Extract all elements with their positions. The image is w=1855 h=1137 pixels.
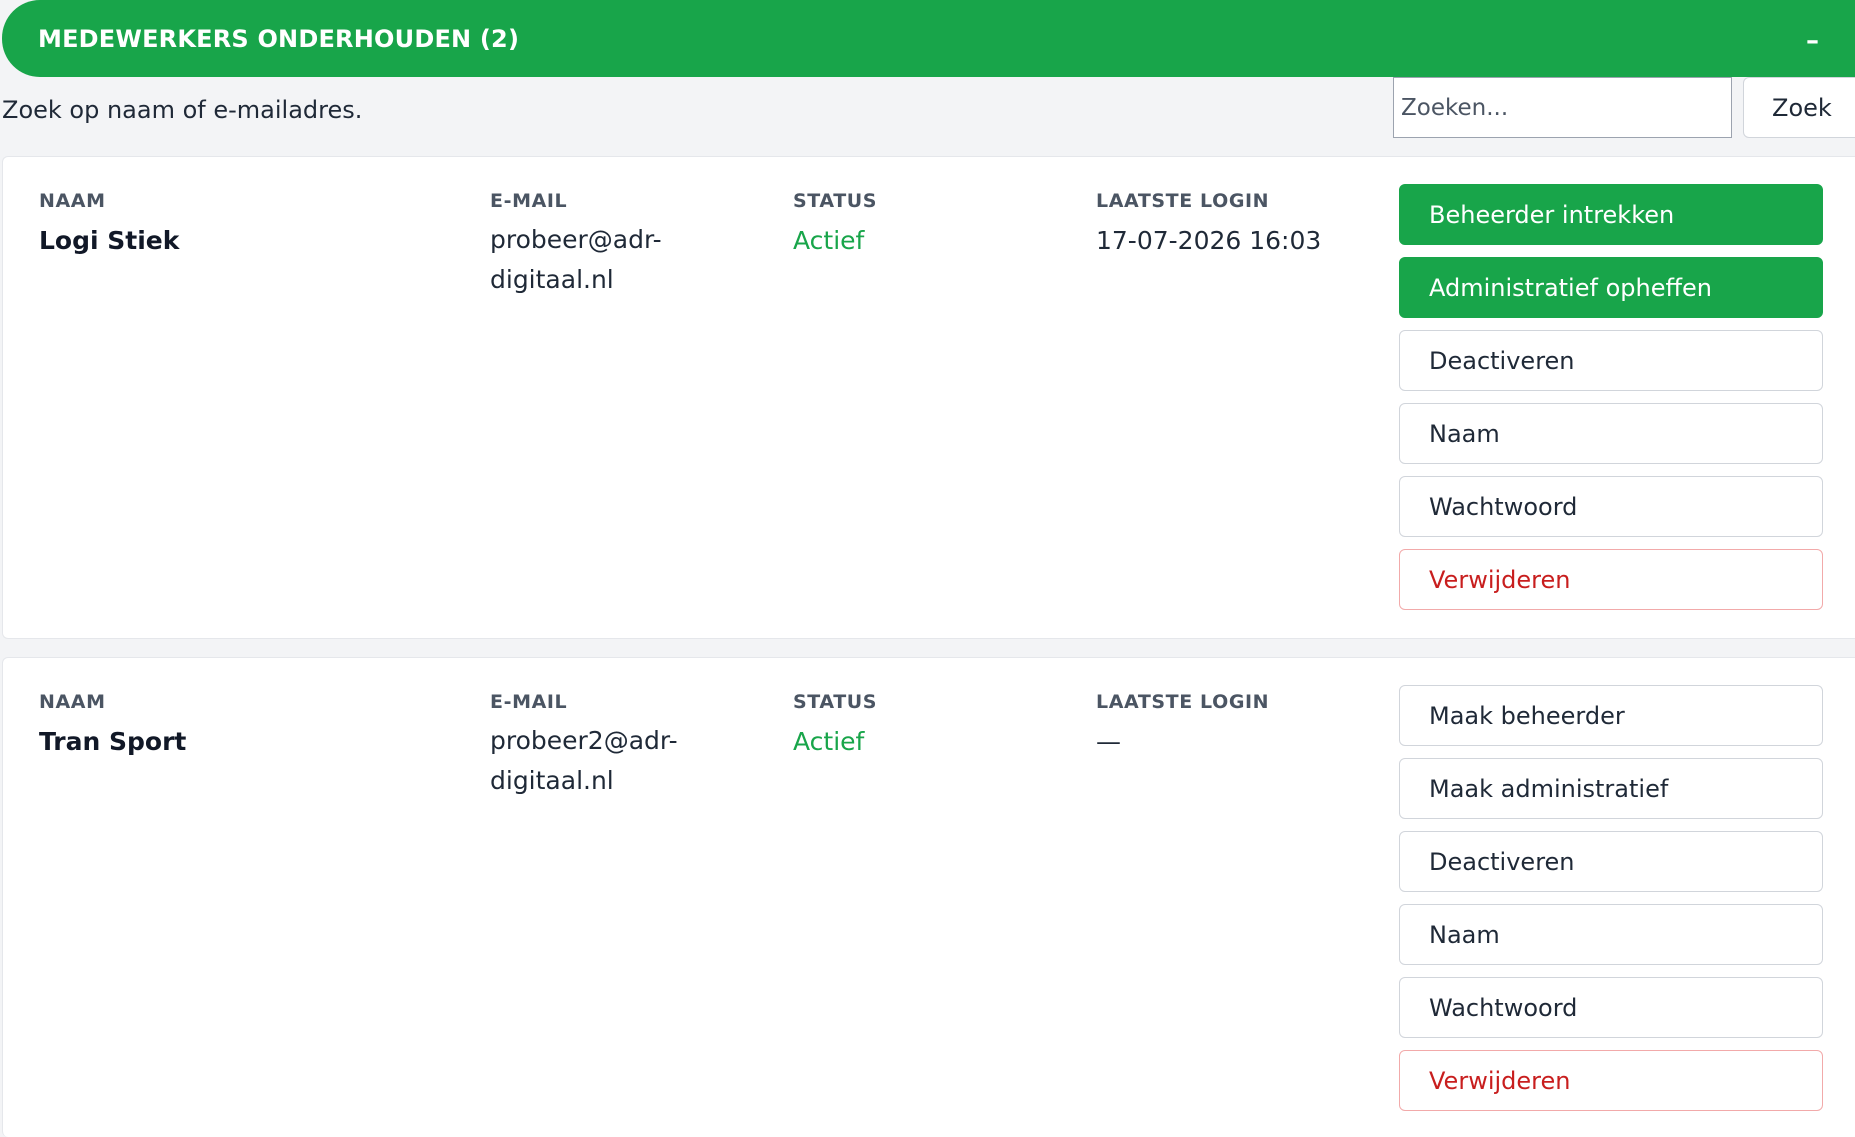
password-button[interactable]: Wachtwoord xyxy=(1399,977,1823,1038)
make-admin-button[interactable]: Maak beheerder xyxy=(1399,685,1823,746)
status-label: STATUS xyxy=(793,691,878,713)
section-header[interactable]: MEDEWERKERS ONDERHOUDEN (2) – xyxy=(2,0,1855,77)
status-label: STATUS xyxy=(793,190,878,212)
name-label: NAAM xyxy=(39,691,106,713)
employee-email: probeer@adr-digitaal.nl xyxy=(490,225,662,294)
last-login-column: LAATSTE LOGIN 17-07-2026 16:03 xyxy=(1096,190,1321,255)
employee-status: Actief xyxy=(793,226,865,255)
last-login-label: LAATSTE LOGIN xyxy=(1096,691,1270,713)
employee-card: NAAM Logi Stiek E-MAIL probeer@adr-digit… xyxy=(2,156,1855,639)
employee-actions: Beheerder intrekken Administratief ophef… xyxy=(1399,184,1823,622)
employee-email: probeer2@adr-digitaal.nl xyxy=(490,726,678,795)
password-button[interactable]: Wachtwoord xyxy=(1399,476,1823,537)
last-login-label: LAATSTE LOGIN xyxy=(1096,190,1270,212)
rename-button[interactable]: Naam xyxy=(1399,403,1823,464)
delete-button[interactable]: Verwijderen xyxy=(1399,549,1823,610)
deactivate-button[interactable]: Deactiveren xyxy=(1399,330,1823,391)
email-label: E-MAIL xyxy=(490,190,568,212)
employee-card: NAAM Tran Sport E-MAIL probeer2@adr-digi… xyxy=(2,657,1855,1137)
employee-status: Actief xyxy=(793,727,865,756)
deactivate-button[interactable]: Deactiveren xyxy=(1399,831,1823,892)
name-column: NAAM Tran Sport xyxy=(39,691,186,756)
revoke-admin-button[interactable]: Beheerder intrekken xyxy=(1399,184,1823,245)
employee-name: Logi Stiek xyxy=(39,226,180,255)
employee-name: Tran Sport xyxy=(39,727,187,756)
status-column: STATUS Actief xyxy=(793,691,877,756)
revoke-administrative-button[interactable]: Administratief opheffen xyxy=(1399,257,1823,318)
search-hint: Zoek op naam of e-mailadres. xyxy=(2,96,363,124)
employee-actions: Maak beheerder Maak administratief Deact… xyxy=(1399,685,1823,1123)
employee-last-login: — xyxy=(1096,727,1121,756)
name-label: NAAM xyxy=(39,190,106,212)
employee-last-login: 17-07-2026 16:03 xyxy=(1096,226,1322,255)
email-label: E-MAIL xyxy=(490,691,568,713)
search-button[interactable]: Zoek xyxy=(1743,77,1855,138)
email-column: E-MAIL probeer@adr-digitaal.nl xyxy=(490,190,730,300)
search-input[interactable] xyxy=(1393,77,1732,138)
name-column: NAAM Logi Stiek xyxy=(39,190,179,255)
minus-icon[interactable]: – xyxy=(1806,24,1819,54)
status-column: STATUS Actief xyxy=(793,190,877,255)
section-title: MEDEWERKERS ONDERHOUDEN (2) xyxy=(38,24,520,53)
last-login-column: LAATSTE LOGIN — xyxy=(1096,691,1269,756)
page: MEDEWERKERS ONDERHOUDEN (2) – Zoek op na… xyxy=(0,0,1855,1137)
email-column: E-MAIL probeer2@adr-digitaal.nl xyxy=(490,691,730,801)
make-administrative-button[interactable]: Maak administratief xyxy=(1399,758,1823,819)
delete-button[interactable]: Verwijderen xyxy=(1399,1050,1823,1111)
rename-button[interactable]: Naam xyxy=(1399,904,1823,965)
